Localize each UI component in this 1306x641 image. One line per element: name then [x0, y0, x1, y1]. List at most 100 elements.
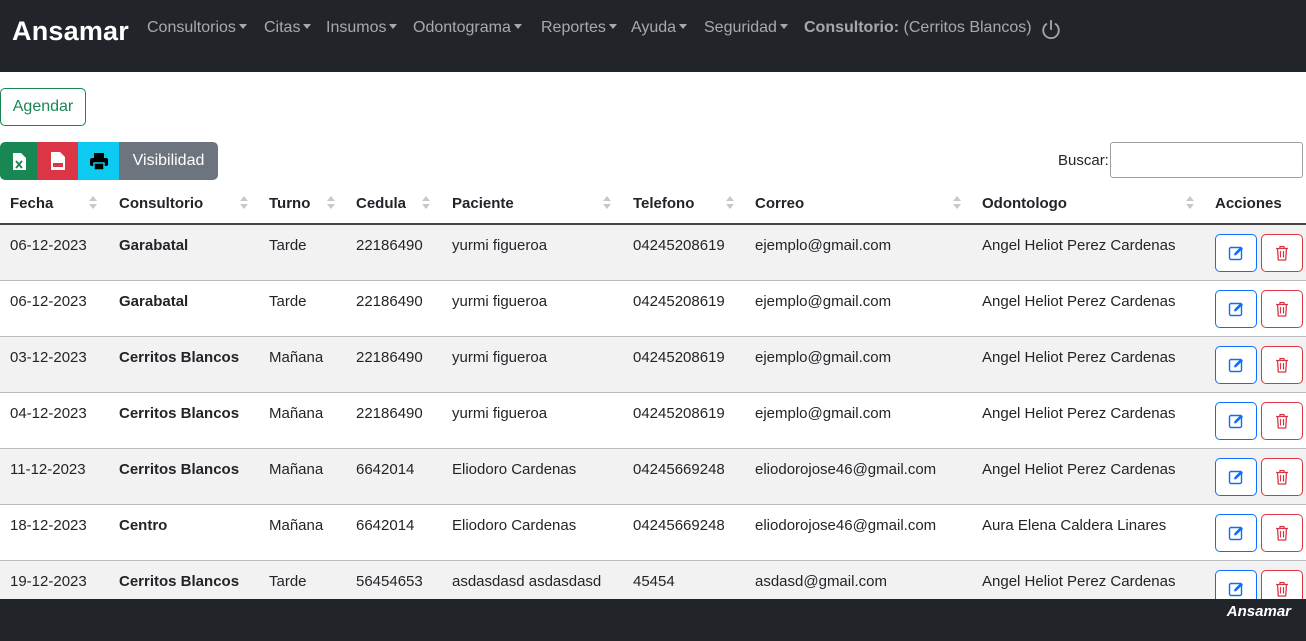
nav-citas-label: Citas [264, 19, 301, 36]
cell-odontologo: Angel Heliot Perez Cardenas [982, 293, 1176, 310]
visibility-button[interactable]: Visibilidad [119, 142, 218, 180]
edit-icon [1228, 302, 1243, 317]
cell-turno: Mañana [269, 517, 324, 534]
edit-icon [1228, 414, 1243, 429]
cell-paciente: yurmi figueroa [452, 293, 548, 310]
edit-button[interactable] [1215, 458, 1257, 496]
cell-consultorio: Cerritos Blancos [119, 349, 240, 366]
column-header-fecha[interactable]: Fecha [10, 195, 53, 212]
delete-button[interactable] [1261, 514, 1303, 552]
edit-icon [1228, 246, 1243, 261]
edit-button[interactable] [1215, 346, 1257, 384]
nav-seguridad-label: Seguridad [704, 19, 777, 36]
current-consultorio: Consultorio: (Cerritos Blancos) [804, 19, 1032, 37]
edit-button[interactable] [1215, 514, 1257, 552]
consultorio-value: (Cerritos Blancos) [903, 19, 1032, 36]
cell-cedula: 6642014 [356, 461, 415, 478]
nav-insumos[interactable]: Insumos [326, 19, 398, 37]
delete-button[interactable] [1261, 290, 1303, 328]
cell-correo: ejemplo@gmail.com [755, 349, 892, 366]
column-header-correo[interactable]: Correo [755, 195, 804, 212]
search-input[interactable] [1110, 142, 1303, 178]
export-button-group: Visibilidad [0, 142, 218, 180]
column-header-turno[interactable]: Turno [269, 195, 310, 212]
nav-citas[interactable]: Citas [264, 19, 312, 37]
power-icon[interactable] [1040, 19, 1062, 41]
cell-consultorio: Garabatal [119, 237, 189, 254]
sort-icon[interactable] [726, 196, 734, 212]
cell-turno: Mañana [269, 405, 324, 422]
column-header-telefono[interactable]: Telefono [633, 195, 694, 212]
cell-cedula: 6642014 [356, 517, 415, 534]
cell-fecha: 06-12-2023 [10, 237, 87, 254]
cell-consultorio: Cerritos Blancos [119, 573, 240, 590]
nav-seguridad[interactable]: Seguridad [704, 19, 788, 37]
sort-icon[interactable] [1186, 196, 1194, 212]
cell-odontologo: Angel Heliot Perez Cardenas [982, 237, 1176, 254]
table-header: Fecha Consultorio Turno Cedula Paciente … [0, 184, 1306, 225]
sort-icon[interactable] [89, 196, 97, 212]
cell-cedula: 22186490 [356, 237, 423, 254]
cell-odontologo: Angel Heliot Perez Cardenas [982, 349, 1176, 366]
nav-consultorios[interactable]: Consultorios [147, 19, 247, 37]
cell-fecha: 06-12-2023 [10, 293, 87, 310]
table-row: 06-12-2023 Garabatal Tarde 22186490 yurmi fi… [0, 225, 1306, 281]
cell-odontologo: Angel Heliot Perez Cardenas [982, 461, 1176, 478]
cell-fecha: 11-12-2023 [10, 461, 86, 478]
column-header-consultorio[interactable]: Consultorio [119, 195, 203, 212]
sort-icon[interactable] [327, 196, 335, 212]
cell-correo: ejemplo@gmail.com [755, 405, 892, 422]
cell-telefono: 04245208619 [633, 237, 725, 254]
sort-icon[interactable] [240, 196, 248, 212]
sort-icon[interactable] [603, 196, 611, 212]
trash-icon [1276, 301, 1288, 317]
delete-button[interactable] [1261, 458, 1303, 496]
pdf-export-button[interactable] [37, 142, 78, 180]
edit-button[interactable] [1215, 234, 1257, 272]
edit-button[interactable] [1215, 290, 1257, 328]
cell-telefono: 04245208619 [633, 293, 725, 310]
edit-button[interactable] [1215, 402, 1257, 440]
sort-icon[interactable] [422, 196, 430, 212]
nav-ayuda[interactable]: Ayuda [631, 19, 688, 37]
nav-insumos-label: Insumos [326, 19, 387, 36]
column-header-paciente[interactable]: Paciente [452, 195, 514, 212]
cell-turno: Mañana [269, 349, 324, 366]
footer: Ansamar [0, 599, 1306, 641]
print-button[interactable] [78, 142, 119, 180]
trash-icon [1276, 469, 1288, 485]
delete-button[interactable] [1261, 234, 1303, 272]
excel-export-button[interactable] [0, 142, 37, 180]
column-header-cedula[interactable]: Cedula [356, 195, 406, 212]
sort-icon[interactable] [953, 196, 961, 212]
cell-telefono: 45454 [633, 573, 675, 590]
edit-icon [1228, 358, 1243, 373]
navbar-brand[interactable]: Ansamar [12, 16, 129, 47]
cell-paciente: yurmi figueroa [452, 405, 548, 422]
nav-reportes-label: Reportes [541, 19, 606, 36]
cell-cedula: 22186490 [356, 293, 423, 310]
trash-icon [1276, 245, 1288, 261]
table-row: 11-12-2023 Cerritos Blancos Mañana 6642014 E… [0, 449, 1306, 505]
nav-reportes[interactable]: Reportes [541, 19, 617, 37]
table-row: 04-12-2023 Cerritos Blancos Mañana 22186490… [0, 393, 1306, 449]
search-label: Buscar: [1058, 152, 1109, 169]
agendar-button[interactable]: Agendar [0, 88, 86, 126]
cell-fecha: 19-12-2023 [10, 573, 87, 590]
cell-correo: ejemplo@gmail.com [755, 237, 892, 254]
nav-odontograma[interactable]: Odontograma [413, 19, 522, 37]
delete-button[interactable] [1261, 402, 1303, 440]
chevron-down-icon [303, 24, 312, 29]
trash-icon [1276, 525, 1288, 541]
delete-button[interactable] [1261, 346, 1303, 384]
cell-consultorio: Cerritos Blancos [119, 405, 240, 422]
cell-turno: Tarde [269, 573, 307, 590]
cell-telefono: 04245669248 [633, 461, 725, 478]
column-header-odontologo[interactable]: Odontologo [982, 195, 1067, 212]
cell-paciente: yurmi figueroa [452, 349, 548, 366]
chevron-down-icon [608, 24, 617, 29]
cell-fecha: 18-12-2023 [10, 517, 87, 534]
consultorio-label: Consultorio: [804, 19, 900, 36]
cell-paciente: Eliodoro Cardenas [452, 517, 577, 534]
chevron-down-icon [513, 24, 522, 29]
